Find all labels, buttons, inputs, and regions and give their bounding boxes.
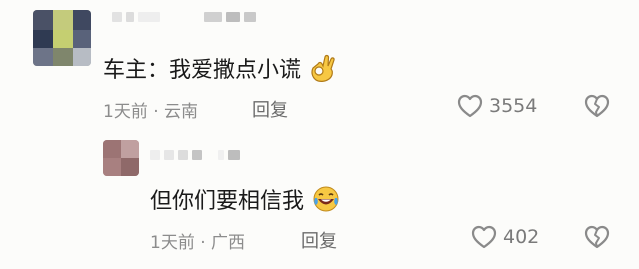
avatar[interactable] [33, 10, 91, 66]
username-blurred [150, 150, 240, 160]
comment-text: 但你们要相信我 [150, 183, 341, 220]
comment-body: 我爱撒点小谎 [169, 58, 302, 83]
reply-button[interactable]: 回复 [252, 96, 288, 122]
comment-meta: 1天前 · 云南 [103, 97, 198, 122]
comment-time: 1天前 [150, 233, 195, 253]
dislike-broken-heart-icon[interactable] [583, 224, 611, 250]
like-count: 402 [503, 226, 540, 248]
like-heart-icon[interactable] [470, 224, 498, 250]
like-heart-icon[interactable] [456, 93, 484, 119]
comment-location: 广西 [211, 233, 246, 253]
comment-author: 车主： [103, 58, 170, 83]
meta-separator: · [200, 233, 206, 253]
meta-separator: · [153, 102, 159, 122]
ok-hand-icon [308, 53, 338, 89]
comment-text: 车主：我爱撒点小谎 [103, 52, 338, 89]
comment-time: 1天前 [103, 102, 148, 122]
comment-meta: 1天前 · 广西 [150, 228, 245, 253]
avatar[interactable] [103, 140, 139, 176]
username-blurred [112, 12, 256, 22]
comment-location: 云南 [164, 102, 199, 122]
dislike-broken-heart-icon[interactable] [583, 93, 611, 119]
like-count: 3554 [489, 95, 538, 117]
laughing-tears-icon [311, 184, 341, 220]
reply-button[interactable]: 回复 [301, 227, 337, 253]
comment-body: 但你们要相信我 [150, 189, 305, 214]
